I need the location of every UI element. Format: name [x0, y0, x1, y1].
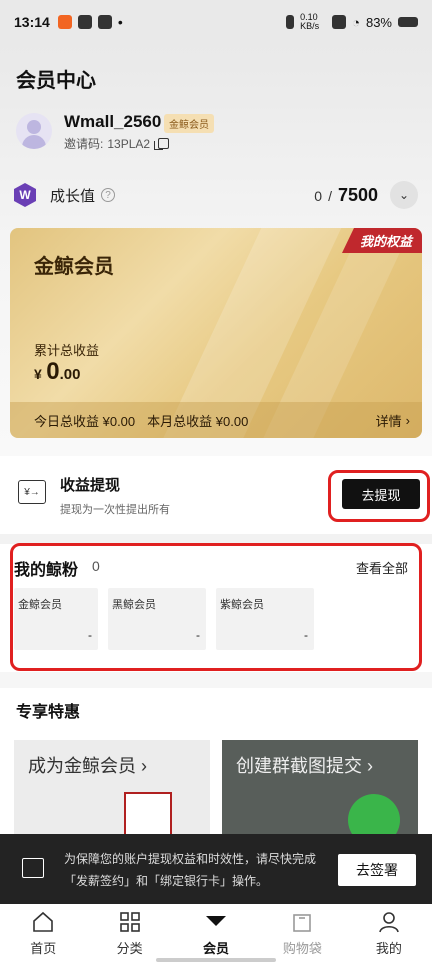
member-icon: [206, 916, 227, 926]
bag-icon: [293, 914, 312, 932]
chevron-right-icon: ›: [405, 412, 410, 428]
month-earnings: 本月总收益 ¥0.00: [147, 413, 249, 429]
dot-icon: •: [117, 14, 123, 30]
sign-button[interactable]: 去签署: [338, 854, 416, 886]
username: Wmall_2560: [64, 112, 162, 131]
shopping-bag-icon: [124, 792, 172, 840]
app-notification-icon: [57, 15, 72, 29]
member-card: 我的权益 金鲸会员 累计总收益 ¥ 0.00 今日总收益 ¥0.00 本月总收益…: [10, 228, 422, 438]
promo-card-gold-member[interactable]: 成为金鲸会员 ›: [14, 740, 210, 840]
wifi-icon: ◔: [352, 14, 360, 30]
total-earnings-value: ¥ 0.00: [34, 358, 81, 385]
withdraw-title: 收益提现: [60, 477, 121, 494]
total-earnings-label: 累计总收益: [34, 343, 100, 358]
member-level-icon: W: [14, 183, 36, 207]
status-time: 13:14: [14, 14, 50, 30]
my-benefits-tag[interactable]: 我的权益: [341, 228, 422, 253]
home-indicator: [156, 958, 276, 962]
highlight-box: [328, 470, 430, 522]
profile-icon: [379, 912, 399, 933]
growth-current: 0: [314, 187, 323, 204]
tab-shopping-bag[interactable]: 购物袋: [259, 904, 345, 964]
network-speed: 0.10 KB/s: [300, 12, 320, 31]
withdraw-icon: ¥→: [18, 480, 46, 504]
card-title: 金鲸会员: [34, 256, 114, 278]
promo-card-group-screenshot[interactable]: 创建群截图提交 ›: [222, 740, 418, 840]
grid-icon: [119, 912, 140, 932]
home-icon: [33, 911, 54, 932]
tab-profile[interactable]: 我的: [346, 904, 432, 964]
invite-code: 13PLA2: [107, 136, 151, 151]
crown-icon: [77, 15, 92, 29]
exclusive-title: 专享特惠: [16, 704, 81, 721]
growth-label: 成长值: [50, 187, 96, 205]
withdraw-subtitle: 提现为一次性提出所有: [60, 504, 170, 516]
growth-value-row: W 成长值 ? 0/7500 ⌄: [14, 180, 418, 210]
highlight-box: [10, 543, 422, 671]
card-footer: 今日总收益 ¥0.00 本月总收益 ¥0.00 详情 ›: [10, 402, 422, 438]
growth-progress: 0/7500: [314, 184, 378, 205]
tab-category[interactable]: 分类: [86, 904, 172, 964]
sign-document-icon: [22, 858, 44, 878]
wallet-icon: [97, 15, 112, 29]
help-icon[interactable]: ?: [101, 188, 116, 202]
detail-link[interactable]: 详情 ›: [376, 411, 410, 430]
today-earnings: 今日总收益 ¥0.00: [34, 413, 136, 429]
sim-icon: [332, 15, 347, 29]
tab-home[interactable]: 首页: [0, 904, 86, 964]
notice-text: 为保障您的账户提现权益和时效性，请尽快完成「发薪签约」和「绑定银行卡」操作。: [64, 852, 317, 888]
tab-member[interactable]: 会员: [173, 904, 259, 964]
chevron-down-icon[interactable]: ⌄: [390, 181, 418, 209]
vibrate-icon: [286, 15, 295, 29]
battery-icon: [398, 17, 418, 27]
invite-label: 邀请码:: [64, 137, 104, 151]
notice-bar: 为保障您的账户提现权益和时效性，请尽快完成「发薪签约」和「绑定银行卡」操作。 去…: [0, 834, 432, 904]
invite-code-row: 邀请码: 13PLA2: [64, 135, 170, 152]
tab-bar: 首页 分类 会员 购物袋 我的: [0, 904, 432, 964]
member-level-badge: 金鲸会员: [164, 114, 214, 133]
page-title: 会员中心: [16, 70, 96, 92]
battery-level: 83%: [365, 14, 392, 30]
avatar[interactable]: [16, 113, 52, 149]
status-bar: 13:14 • 0.10 KB/s ◔ 83%: [0, 0, 432, 44]
growth-max: 7500: [337, 184, 378, 205]
copy-icon[interactable]: [154, 138, 170, 150]
